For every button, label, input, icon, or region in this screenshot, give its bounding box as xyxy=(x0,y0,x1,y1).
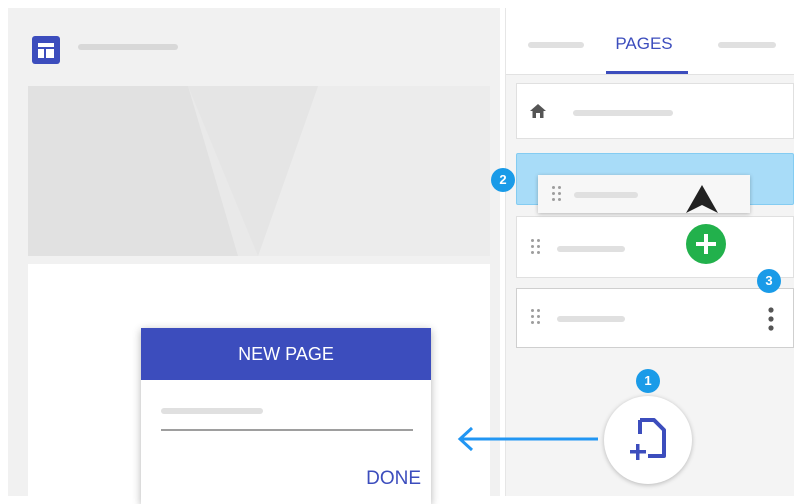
tab-pages[interactable]: PAGES xyxy=(600,34,688,70)
page-title-placeholder xyxy=(573,110,673,116)
tab-active-indicator xyxy=(606,71,688,74)
drag-handle-icon[interactable] xyxy=(552,186,564,204)
tab-placeholder-right[interactable] xyxy=(718,42,776,48)
step-badge: 2 xyxy=(491,168,515,192)
step-badge: 3 xyxy=(757,269,781,293)
page-title-placeholder xyxy=(574,192,638,198)
hero-banner xyxy=(28,86,490,256)
done-button[interactable]: DONE xyxy=(341,468,421,498)
page-row[interactable] xyxy=(516,288,794,348)
page-row[interactable] xyxy=(516,216,794,278)
add-page-button[interactable] xyxy=(686,224,726,264)
dialog-title: NEW PAGE xyxy=(141,328,431,380)
drag-handle-icon[interactable] xyxy=(531,309,543,327)
panel-tabs: PAGES xyxy=(506,8,794,75)
home-icon xyxy=(530,104,546,118)
drag-handle-icon[interactable] xyxy=(531,239,543,257)
page-title-placeholder xyxy=(557,316,625,322)
cursor-icon xyxy=(686,185,718,213)
site-title-placeholder xyxy=(78,44,178,50)
add-icon xyxy=(696,234,716,254)
editor-header xyxy=(8,8,500,78)
tab-placeholder-left[interactable] xyxy=(528,42,584,48)
new-page-icon xyxy=(630,418,666,460)
step-badge: 1 xyxy=(636,369,660,393)
more-vert-icon[interactable] xyxy=(767,306,775,332)
layout-icon xyxy=(32,36,60,64)
arrow-left-icon xyxy=(457,426,598,452)
page-name-input[interactable] xyxy=(161,429,413,431)
new-page-button[interactable] xyxy=(604,396,692,484)
page-title-placeholder xyxy=(557,246,625,252)
field-label-placeholder xyxy=(161,408,263,414)
page-row-home[interactable] xyxy=(516,83,794,139)
new-page-dialog: NEW PAGE DONE xyxy=(141,328,431,504)
